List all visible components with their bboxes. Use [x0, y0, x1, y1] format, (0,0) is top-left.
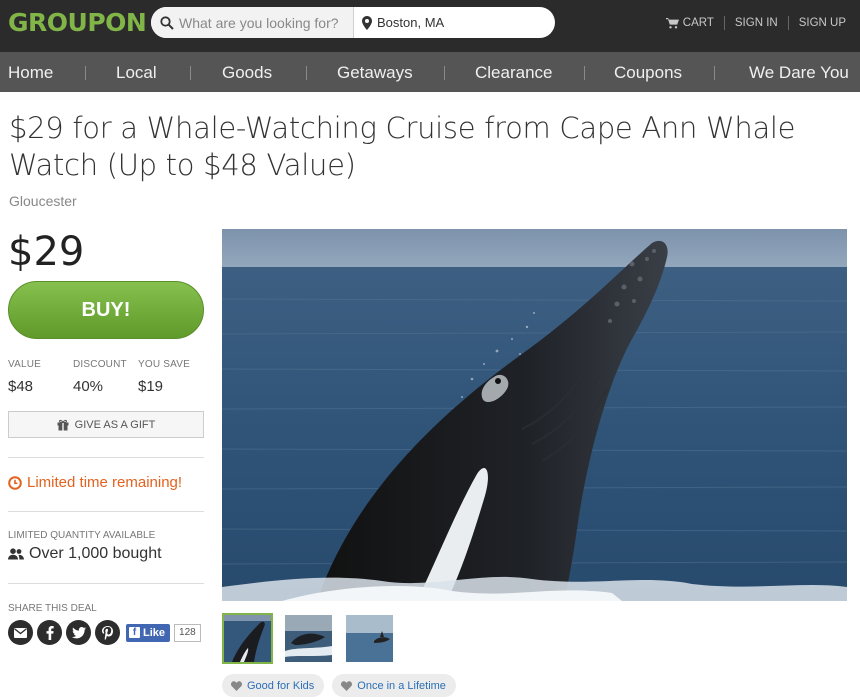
facebook-like-button[interactable]: f Like — [126, 623, 171, 642]
deal-location: Gloucester — [9, 193, 77, 209]
nav-divider — [444, 66, 445, 80]
heart-icon — [341, 680, 353, 691]
facebook-share-button[interactable] — [37, 620, 62, 645]
whale-thumbnail-image — [224, 615, 271, 662]
nav-item-clearance[interactable]: Clearance — [475, 63, 553, 83]
stat-label: DISCOUNT — [73, 359, 127, 370]
email-icon — [14, 627, 27, 638]
clock-icon — [8, 475, 22, 490]
limited-time-text: Limited time remaining! — [27, 474, 183, 491]
stat-label: VALUE — [8, 359, 42, 370]
nav-divider — [306, 66, 307, 80]
search-icon — [160, 15, 174, 30]
nav-item-getaways[interactable]: Getaways — [337, 63, 413, 83]
top-bar: GROUPON Boston, MA CART SIGN IN SIGN UP — [0, 0, 860, 52]
bought-count: Over 1,000 bought — [8, 545, 162, 563]
divider — [8, 583, 204, 584]
map-pin-icon — [362, 15, 372, 30]
search-bar: Boston, MA — [151, 7, 555, 38]
divider — [8, 457, 204, 458]
nav-item-goods[interactable]: Goods — [222, 63, 272, 83]
stat-amount: $48 — [8, 378, 34, 395]
deal-title: $29 for a Whale-Watching Cruise from Cap… — [9, 111, 796, 182]
stat-amount: $19 — [138, 378, 164, 395]
stat-amount: 40% — [73, 378, 104, 395]
location-field[interactable]: Boston, MA — [354, 7, 555, 38]
cart-icon — [665, 17, 679, 28]
main-nav: Home Local Goods Getaways Clearance Coup… — [0, 52, 860, 92]
pinterest-share-button[interactable] — [95, 620, 120, 645]
nav-item-home[interactable]: Home — [8, 63, 53, 83]
whale-photo — [222, 229, 847, 601]
divider — [8, 511, 204, 512]
share-label: SHARE THIS DEAL — [8, 603, 97, 614]
nav-item-coupons[interactable]: Coupons — [614, 63, 682, 83]
cart-label: CART — [682, 17, 714, 29]
facebook-like-count: 128 — [174, 623, 201, 642]
nav-item-local[interactable]: Local — [116, 63, 157, 83]
email-share-button[interactable] — [8, 620, 33, 645]
nav-item-we-dare-you[interactable]: We Dare You — [749, 63, 849, 83]
stat-discount: DISCOUNT 40% — [73, 359, 138, 395]
deal-price: $29 — [8, 229, 85, 275]
deal-stats: VALUE $48 DISCOUNT 40% YOU SAVE $19 — [8, 359, 203, 395]
groupon-logo[interactable]: GROUPON — [8, 8, 147, 37]
thumbnail-1[interactable] — [222, 613, 273, 664]
tag-good-for-kids[interactable]: Good for Kids — [222, 674, 325, 697]
twitter-share-button[interactable] — [66, 620, 91, 645]
give-as-gift-button[interactable]: GIVE AS A GIFT — [8, 411, 204, 438]
sign-in-link[interactable]: SIGN IN — [735, 17, 778, 29]
facebook-like-label: Like — [143, 626, 166, 639]
bought-text: Over 1,000 bought — [29, 545, 162, 562]
nav-divider — [190, 66, 191, 80]
gift-label: GIVE AS A GIFT — [74, 418, 156, 431]
tag-label: Good for Kids — [247, 679, 315, 692]
link-divider — [723, 16, 725, 30]
deal-tags: Good for Kids Once in a Lifetime — [222, 674, 464, 697]
limited-quantity-label: LIMITED QUANTITY AVAILABLE — [8, 530, 156, 541]
share-buttons: f Like 128 — [8, 620, 201, 645]
nav-divider — [584, 66, 585, 80]
buy-button[interactable]: BUY! — [8, 281, 204, 339]
facebook-icon — [46, 625, 54, 640]
whale-thumbnail-image — [346, 615, 393, 662]
stat-value: VALUE $48 — [8, 359, 73, 395]
limited-time-notice: Limited time remaining! — [8, 474, 182, 491]
gift-icon — [57, 419, 69, 430]
nav-divider — [714, 66, 715, 80]
facebook-icon: f — [129, 627, 140, 638]
heart-icon — [231, 680, 242, 691]
twitter-icon — [71, 626, 86, 638]
users-icon — [8, 548, 24, 560]
nav-divider — [85, 66, 86, 80]
deal-main-image[interactable] — [222, 229, 847, 601]
stat-you-save: YOU SAVE $19 — [138, 359, 203, 395]
image-thumbnails — [222, 613, 405, 664]
location-value: Boston, MA — [377, 15, 445, 30]
account-links: CART SIGN IN SIGN UP — [665, 16, 846, 30]
thumbnail-3[interactable] — [344, 613, 395, 664]
tag-once-in-a-lifetime[interactable]: Once in a Lifetime — [332, 674, 456, 697]
link-divider — [787, 16, 789, 30]
tag-label: Once in a Lifetime — [357, 679, 446, 692]
stat-label: YOU SAVE — [138, 359, 190, 370]
whale-thumbnail-image — [285, 615, 332, 662]
search-field-wrapper — [151, 7, 354, 38]
sign-up-link[interactable]: SIGN UP — [799, 17, 846, 29]
thumbnail-2[interactable] — [283, 613, 334, 664]
search-input[interactable] — [179, 14, 349, 31]
cart-link[interactable]: CART — [665, 17, 714, 29]
pinterest-icon — [102, 625, 113, 640]
